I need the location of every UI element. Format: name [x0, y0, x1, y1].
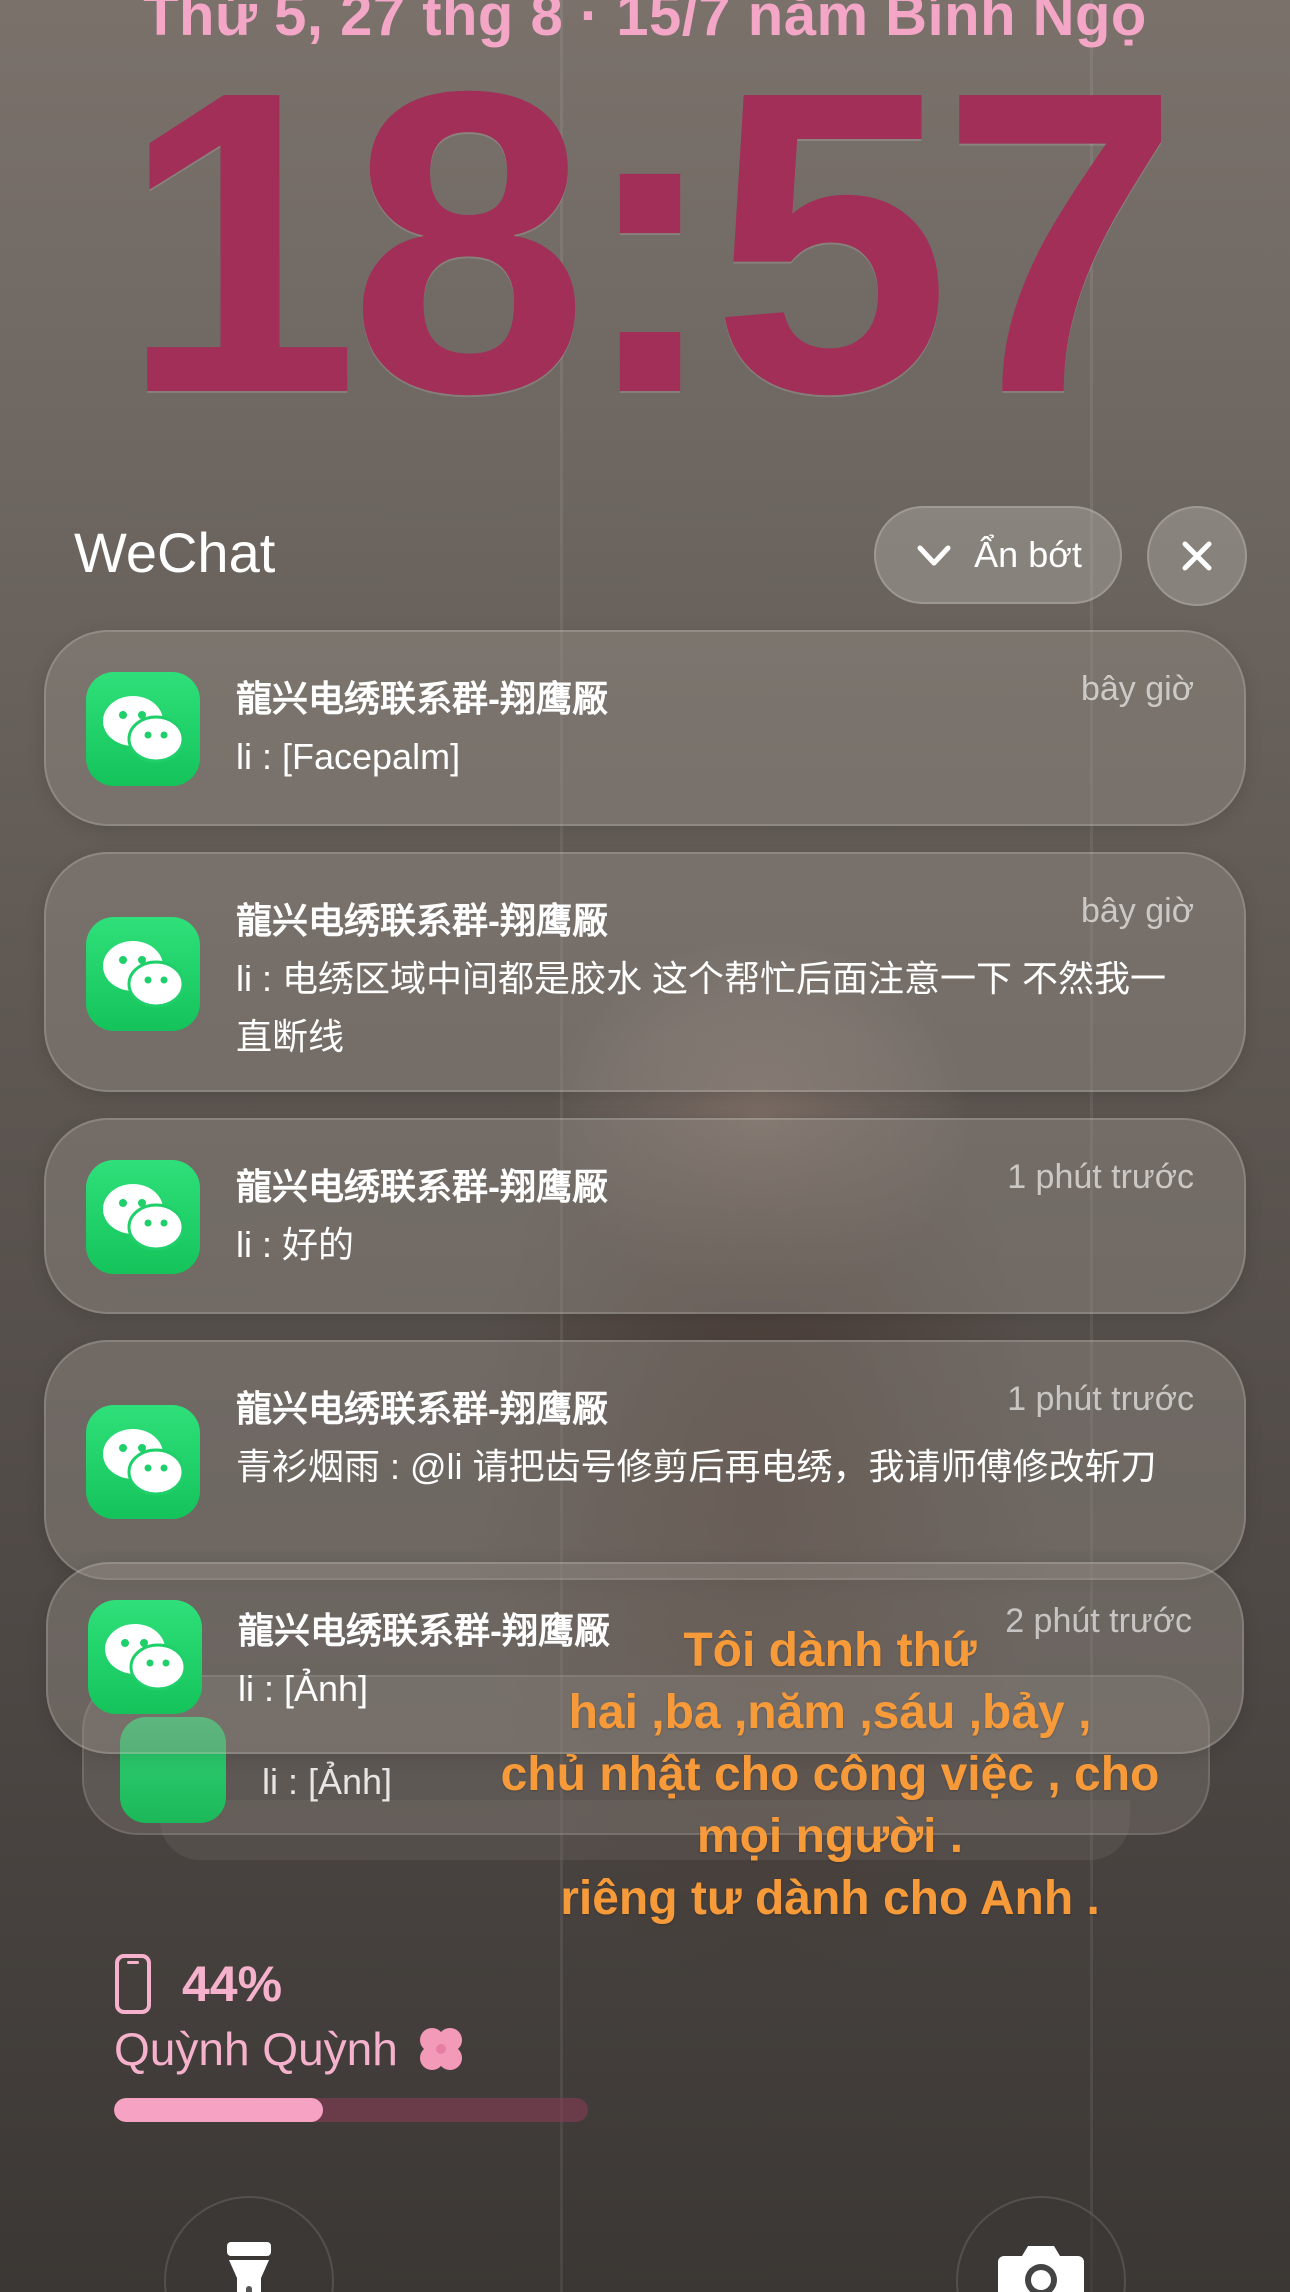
battery-level-fill	[114, 2098, 323, 2122]
close-icon	[1182, 541, 1212, 571]
notification-time: bây giờ	[1080, 892, 1194, 930]
caption-line: hai ,ba ,năm ,sáu ,bảy ,	[568, 1686, 1092, 1739]
overlay-caption: Tôi dành thứ hai ,ba ,năm ,sáu ,bảy , ch…	[440, 1620, 1220, 1930]
caption-line: Tôi dành thứ	[683, 1624, 977, 1677]
notification-stack-header: WeChat Ẩn bớt	[0, 500, 1290, 610]
clear-notifications-button[interactable]	[1147, 506, 1247, 606]
caption-line: chủ nhật cho công việc , cho	[500, 1748, 1160, 1801]
device-name-row: Quỳnh Quỳnh	[114, 2020, 594, 2078]
phone-battery-icon	[115, 1954, 151, 2014]
four-leaf-clover-icon	[419, 2028, 462, 2070]
stacked-notification-message: li : [Ảnh]	[262, 1761, 393, 1802]
notification-message: li : 好的	[236, 1224, 355, 1265]
camera-icon	[998, 2246, 1084, 2292]
flashlight-icon	[227, 2242, 271, 2292]
battery-level-bar	[114, 2098, 588, 2122]
notification-time: 1 phút trước	[1007, 1158, 1194, 1196]
device-name: Quỳnh Quỳnh	[114, 2023, 398, 2075]
notification-message: 青衫烟雨 : @li 请把齿号修剪后再电绣，我请师傅修改斩刀	[236, 1446, 1157, 1487]
notification-title: 龍兴电绣联系群-翔鹰厰	[236, 900, 608, 941]
flashlight-button[interactable]	[164, 2196, 334, 2292]
wechat-icon	[86, 672, 200, 786]
notification-card[interactable]: 龍兴电绣联系群-翔鹰厰 bây giờ li : 电绣区域中间都是胶水 这个帮忙…	[44, 852, 1246, 1092]
notification-card[interactable]: 龍兴电绣联系群-翔鹰厰 1 phút trước li : 好的	[44, 1118, 1246, 1314]
notification-message: li : [Facepalm]	[236, 736, 461, 777]
battery-widget[interactable]: 44% Quỳnh Quỳnh	[114, 1950, 594, 2122]
caption-line: riêng tư dành cho Anh .	[560, 1872, 1100, 1925]
wechat-icon	[86, 917, 200, 1031]
lockscreen-clock[interactable]: 18:57	[0, 28, 1290, 458]
wechat-icon	[86, 1405, 200, 1519]
wechat-icon	[86, 1160, 200, 1274]
battery-percentage: 44%	[182, 1956, 283, 2012]
lock-screen: Thứ 5, 27 thg 8 · 15/7 năm Bính Ngọ 18:5…	[0, 0, 1290, 2292]
app-title: WeChat	[74, 521, 276, 584]
notification-title: 龍兴电绣联系群-翔鹰厰	[236, 678, 608, 719]
notification-card[interactable]: 龍兴电绣联系群-翔鹰厰 1 phút trước 青衫烟雨 : @li 请把齿号…	[44, 1340, 1246, 1580]
show-less-button[interactable]: Ẩn bớt	[874, 506, 1122, 604]
camera-button[interactable]	[956, 2196, 1126, 2292]
notification-time: 1 phút trước	[1007, 1380, 1194, 1418]
notification-message: li : 电绣区域中间都是胶水 这个帮忙后面注意一下 不然我一直断线	[236, 958, 1167, 1057]
chevron-down-icon	[917, 545, 951, 566]
notification-title: 龍兴电绣联系群-翔鹰厰	[236, 1388, 608, 1429]
notification-card[interactable]: 龍兴电绣联系群-翔鹰厰 bây giờ li : [Facepalm]	[44, 630, 1246, 826]
notification-time: bây giờ	[1080, 670, 1194, 708]
show-less-label: Ẩn bớt	[974, 534, 1082, 575]
notification-title: 龍兴电绣联系群-翔鹰厰	[236, 1166, 608, 1207]
caption-line: mọi người .	[696, 1810, 964, 1863]
wechat-icon	[88, 1600, 202, 1714]
